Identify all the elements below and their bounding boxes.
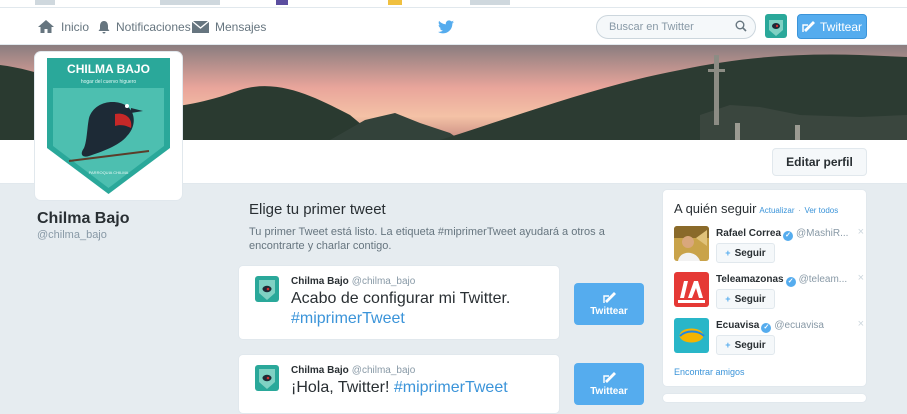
- refresh-link[interactable]: Actualizar: [759, 206, 794, 215]
- compose-tweet-label: Twittear: [819, 19, 862, 34]
- suggested-tweet-card: Chilma Bajo @chilma_bajo ¡Hola, Twitter! …: [238, 354, 560, 414]
- suggestion-name[interactable]: Ecuavisa: [716, 320, 759, 331]
- verified-badge-icon: ✓: [783, 231, 794, 241]
- twitter-bird-icon[interactable]: [438, 20, 454, 34]
- follow-button[interactable]: + Seguir: [716, 289, 775, 309]
- suggested-tweet-card: Chilma Bajo @chilma_bajo Acabo de configu…: [238, 265, 560, 340]
- tweet-author-handle: @chilma_bajo: [351, 276, 416, 287]
- avatar-logo-subtitle: hogar del cuervo higuero: [81, 79, 137, 85]
- home-icon: [38, 20, 54, 33]
- suggestion-item: Rafael Correa ✓ @MashiR... × + Seguir: [674, 226, 864, 268]
- tweet-text: ¡Hola, Twitter!: [291, 379, 390, 396]
- view-all-link[interactable]: Ver todos: [804, 206, 838, 215]
- nav-notifications[interactable]: Notificaciones: [98, 8, 191, 45]
- compose-icon: [602, 291, 616, 303]
- envelope-icon: [192, 20, 209, 33]
- tweet-text: Acabo de configurar mi Twitter.: [291, 290, 511, 307]
- suggestion-handle: @MashiR...: [796, 228, 849, 239]
- suggestion-item: Ecuavisa ✓ @ecuavisa × + Seguir: [674, 318, 864, 360]
- tweet-author-handle: @chilma_bajo: [351, 365, 416, 376]
- add-user-icon: +: [725, 294, 731, 304]
- suggestion-avatar[interactable]: [674, 272, 709, 307]
- add-user-icon: +: [725, 340, 731, 350]
- nav-home-label: Inicio: [61, 19, 90, 34]
- follow-label: Seguir: [734, 293, 766, 305]
- add-user-icon: +: [725, 248, 731, 258]
- tweet-option-1-label: Twittear: [590, 305, 628, 317]
- find-friends-link[interactable]: Encontrar amigos: [674, 367, 745, 377]
- tweet-option-1-button[interactable]: Twittear: [574, 283, 644, 325]
- account-avatar[interactable]: [765, 14, 787, 38]
- follow-label: Seguir: [734, 339, 766, 351]
- tweet-option-2-label: Twittear: [590, 385, 628, 397]
- tweet-hashtag[interactable]: #miprimerTweet: [291, 310, 405, 327]
- top-navigation-bar: Inicio Notificaciones Mensajes Buscar en…: [0, 8, 907, 45]
- tweet-avatar: [255, 276, 279, 302]
- verified-badge-icon: ✓: [761, 323, 772, 333]
- suggestion-handle: @teleam...: [798, 274, 848, 285]
- suggestion-name[interactable]: Rafael Correa: [716, 228, 781, 239]
- link-separator: ·: [798, 206, 801, 215]
- dismiss-suggestion-icon[interactable]: ×: [858, 272, 864, 284]
- search-input[interactable]: Buscar en Twitter: [596, 15, 756, 39]
- compose-icon: [602, 371, 616, 383]
- suggestion-avatar[interactable]: [674, 318, 709, 353]
- profile-handle: @chilma_bajo: [37, 229, 107, 241]
- suggestion-handle: @ecuavisa: [774, 320, 824, 331]
- first-tweet-description: Tu primer Tweet está listo. La etiqueta …: [249, 226, 605, 252]
- profile-name: Chilma Bajo: [37, 210, 130, 227]
- edit-profile-button[interactable]: Editar perfil: [772, 148, 867, 176]
- search-icon[interactable]: [735, 20, 747, 32]
- bell-icon: [98, 20, 110, 33]
- tweet-author-name: Chilma Bajo: [291, 365, 349, 376]
- follow-button[interactable]: + Seguir: [716, 243, 775, 263]
- suggestion-item: Teleamazonas ✓ @teleam... × + Seguir: [674, 272, 864, 314]
- nav-home[interactable]: Inicio: [37, 8, 89, 45]
- follow-button[interactable]: + Seguir: [716, 335, 775, 355]
- suggestion-name[interactable]: Teleamazonas: [716, 274, 784, 285]
- avatar-logo-footer: PARROQUIA CHILMA: [89, 170, 129, 175]
- nav-notifications-label: Notificaciones: [116, 19, 191, 34]
- nav-messages[interactable]: Mensajes: [192, 8, 266, 45]
- dismiss-suggestion-icon[interactable]: ×: [858, 318, 864, 330]
- compose-icon: [802, 20, 815, 32]
- suggestion-avatar[interactable]: [674, 226, 709, 261]
- tweet-author-name: Chilma Bajo: [291, 276, 349, 287]
- who-to-follow-title: A quién seguir: [674, 201, 757, 216]
- nav-messages-label: Mensajes: [215, 19, 267, 34]
- first-tweet-title: Elige tu primer tweet: [249, 201, 386, 218]
- compose-tweet-button[interactable]: Twittear: [797, 14, 867, 39]
- avatar-logo-title: CHILMA BAJO: [67, 62, 150, 76]
- who-to-follow-panel: A quién seguir Actualizar · Ver todos Raf…: [662, 189, 867, 387]
- profile-avatar[interactable]: CHILMA BAJO hogar del cuervo higuero PAR…: [35, 52, 182, 200]
- dismiss-suggestion-icon[interactable]: ×: [858, 226, 864, 238]
- verified-badge-icon: ✓: [785, 277, 796, 287]
- trends-panel: [662, 393, 867, 403]
- tweet-hashtag[interactable]: #miprimerTweet: [394, 379, 508, 396]
- tweet-avatar: [255, 365, 279, 391]
- browser-bookmarks-strip: [0, 0, 907, 8]
- follow-label: Seguir: [734, 247, 766, 259]
